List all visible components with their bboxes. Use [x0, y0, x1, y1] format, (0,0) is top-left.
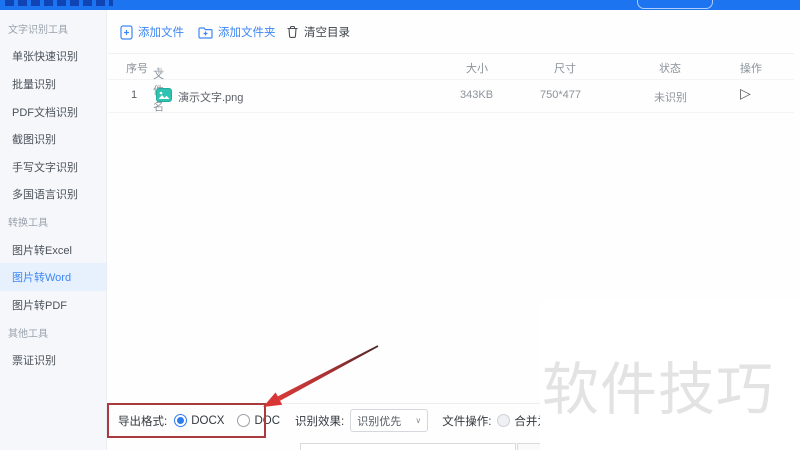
save-path-input[interactable]: [300, 443, 516, 450]
sidebar-item-screenshot[interactable]: 截图识别: [0, 125, 106, 153]
watermark-panel: 软件技巧: [540, 300, 800, 450]
effect-dropdown-value: 识别优先: [357, 415, 402, 428]
start-recognition-button[interactable]: ▷: [740, 85, 751, 102]
file-name: 演示文字.png: [178, 92, 244, 104]
docx-radio[interactable]: [174, 414, 188, 427]
file-size: 343KB: [460, 89, 494, 101]
add-file-icon: [120, 24, 133, 40]
sort-icon[interactable]: ⇅: [156, 66, 164, 77]
sidebar-item-batch[interactable]: 批量识别: [0, 70, 106, 98]
col-size: 大小: [466, 63, 488, 75]
add-file-button[interactable]: 添加文件: [120, 23, 184, 41]
titlebar-button[interactable]: [637, 0, 713, 9]
file-dimensions: 750*477: [540, 89, 581, 101]
chevron-down-icon: ∨: [415, 416, 422, 425]
trash-icon: [286, 25, 299, 39]
sidebar-section-convert: 转换工具: [8, 218, 48, 230]
doc-radio[interactable]: [237, 414, 251, 427]
export-format-label: 导出格式:: [118, 415, 168, 428]
merge-radio[interactable]: [497, 414, 511, 427]
sidebar-item-img-to-pdf[interactable]: 图片转PDF: [0, 291, 106, 319]
image-file-icon: [156, 88, 172, 105]
sidebar: 文字识别工具 单张快速识别 批量识别 PDF文档识别 截图识别 手写文字识别 多…: [0, 10, 107, 450]
clear-list-button[interactable]: 清空目录: [286, 23, 350, 41]
col-index: 序号: [126, 63, 148, 75]
docx-radio-label[interactable]: DOCX: [191, 415, 224, 427]
effect-label: 识别效果:: [295, 415, 345, 428]
add-file-label: 添加文件: [138, 27, 184, 39]
sidebar-item-multilang[interactable]: 多国语言识别: [0, 181, 106, 209]
clear-list-label: 清空目录: [304, 27, 350, 39]
add-folder-label: 添加文件夹: [218, 27, 276, 39]
col-action: 操作: [740, 63, 762, 75]
add-folder-icon: [198, 26, 213, 39]
file-status: 未识别: [654, 92, 687, 104]
sidebar-item-img-to-word[interactable]: 图片转Word: [0, 263, 106, 291]
effect-dropdown[interactable]: 识别优先 ∨: [350, 409, 429, 432]
file-table-header: 序号 文件名⇅ 大小 尺寸 状态 操作: [108, 53, 794, 113]
sidebar-item-ticket[interactable]: 票证识别: [0, 346, 106, 374]
file-op-label: 文件操作:: [442, 415, 492, 428]
app-window: 文字识别工具 单张快速识别 批量识别 PDF文档识别 截图识别 手写文字识别 多…: [0, 0, 800, 450]
sidebar-item-pdf-doc[interactable]: PDF文档识别: [0, 98, 106, 126]
add-folder-button[interactable]: 添加文件夹: [198, 23, 276, 41]
table-row[interactable]: 1 演示文字.png 343KB 750*477 未识别 ▷: [108, 79, 794, 113]
row-index: 1: [131, 89, 138, 101]
app-logo-fragment: [5, 0, 113, 6]
sidebar-section-other-tools: 其他工具: [8, 328, 48, 340]
col-dimensions: 尺寸: [554, 63, 576, 75]
sidebar-item-handwriting[interactable]: 手写文字识别: [0, 153, 106, 181]
sidebar-item-img-to-excel[interactable]: 图片转Excel: [0, 236, 106, 264]
titlebar: [0, 0, 800, 10]
col-status: 状态: [659, 63, 681, 75]
doc-radio-label[interactable]: DOC: [254, 415, 280, 427]
watermark-text: 软件技巧: [542, 358, 774, 422]
sidebar-item-single-quick[interactable]: 单张快速识别: [0, 43, 106, 71]
sidebar-section-text-recognition: 文字识别工具: [8, 25, 68, 37]
